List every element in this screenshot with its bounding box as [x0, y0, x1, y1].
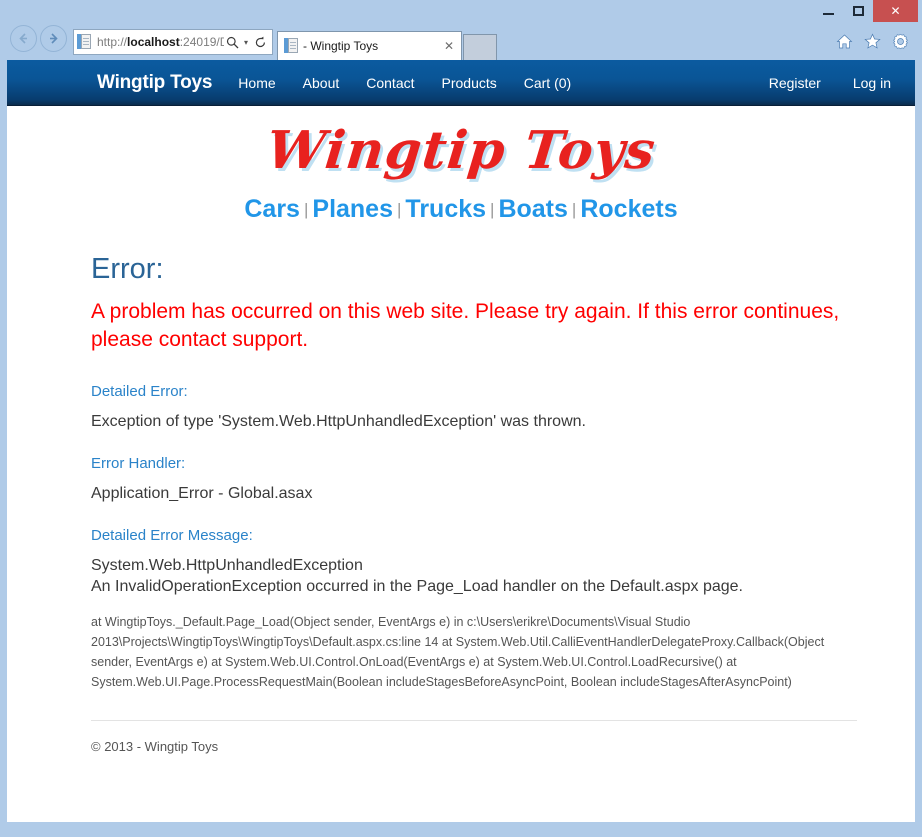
search-icon[interactable] — [224, 31, 240, 53]
address-bar-actions: ▾ — [224, 31, 270, 53]
back-button[interactable] — [10, 25, 37, 52]
refresh-icon[interactable] — [252, 31, 268, 53]
site-brand[interactable]: Wingtip Toys — [97, 72, 212, 94]
url-suffix: :24019/De — [179, 35, 224, 49]
footer-copyright: © 2013 - Wingtip Toys — [91, 738, 219, 754]
wingtip-toys-logo[interactable]: Wingtip Toys — [264, 120, 659, 181]
forward-arrow-icon — [46, 31, 61, 46]
detailed-error-message-value: System.Web.HttpUnhandledException An Inv… — [91, 556, 743, 596]
category-separator: | — [303, 200, 309, 219]
tab-close-icon[interactable]: ✕ — [441, 40, 457, 52]
browser-toolbar: http://localhost:24019/De ▾ — [0, 22, 922, 60]
detailed-error-value: Exception of type 'System.Web.HttpUnhand… — [91, 413, 586, 431]
nav-link-products[interactable]: Products — [442, 75, 497, 91]
footer-divider — [91, 719, 857, 721]
tab-favicon — [284, 37, 298, 55]
category-link-cars[interactable]: Cars — [244, 195, 300, 223]
category-links: Cars | Planes | Trucks | Boats | Rockets — [7, 183, 915, 230]
url-text[interactable]: http://localhost:24019/De — [97, 31, 224, 53]
navigation-buttons — [10, 25, 67, 60]
category-link-rockets[interactable]: Rockets — [580, 195, 677, 223]
error-message: A problem has occurred on this web site.… — [91, 299, 840, 351]
category-separator: | — [397, 200, 402, 219]
nav-link-contact[interactable]: Contact — [366, 75, 414, 91]
detailed-error-message-label: Detailed Error Message: — [91, 526, 253, 544]
maximize-icon — [852, 6, 864, 16]
tab-title: - Wingtip Toys — [303, 39, 379, 53]
new-tab-button[interactable] — [463, 34, 497, 60]
detailed-error-label: Detailed Error: — [91, 383, 188, 401]
site-navbar-right: Register Log in — [769, 75, 891, 91]
forward-button[interactable] — [40, 25, 67, 52]
close-button[interactable]: ✕ — [873, 0, 918, 22]
window-titlebar: ✕ — [0, 0, 922, 22]
browser-toolbar-right — [834, 31, 916, 60]
category-link-planes[interactable]: Planes — [312, 195, 393, 223]
stack-trace: at WingtipToys._Default.Page_Load(Object… — [91, 614, 825, 689]
page-document-icon — [77, 34, 93, 50]
nav-link-home[interactable]: Home — [238, 75, 275, 91]
window-caption-buttons: ✕ — [813, 0, 918, 22]
category-link-trucks[interactable]: Trucks — [405, 195, 486, 223]
page-content: Wingtip Toys Cars | Planes | Trucks | Boats | Ro… — [7, 106, 915, 754]
error-handler-label: Error Handler: — [91, 454, 186, 472]
error-page-main: Error: A problem has occurred on this we… — [7, 230, 915, 754]
chevron-down-icon[interactable]: ▾ — [241, 31, 251, 53]
url-prefix: http:// — [97, 35, 128, 49]
category-separator: | — [571, 200, 577, 219]
gear-icon[interactable] — [890, 31, 910, 51]
tab-strip: - Wingtip Toys ✕ — [277, 22, 497, 60]
nav-link-cart[interactable]: Cart (0) — [524, 75, 571, 91]
error-heading: Error: — [91, 253, 164, 285]
nav-link-login[interactable]: Log in — [853, 75, 891, 91]
maximize-button[interactable] — [843, 0, 873, 22]
minimize-icon — [822, 13, 834, 15]
site-navbar: Wingtip Toys Home About Contact Products… — [7, 60, 915, 106]
page-viewport: Wingtip Toys Home About Contact Products… — [7, 60, 915, 822]
category-link-boats[interactable]: Boats — [498, 195, 567, 223]
nav-link-about[interactable]: About — [303, 75, 340, 91]
close-icon: ✕ — [890, 4, 901, 18]
home-icon[interactable] — [834, 31, 854, 51]
error-handler-value: Application_Error - Global.asax — [91, 484, 313, 502]
logo-row: Wingtip Toys — [7, 106, 915, 183]
minimize-button[interactable] — [813, 0, 843, 22]
url-host: localhost — [127, 35, 180, 49]
browser-window: ✕ http://localhost:24019/ ▾ - Wingtip To… — [0, 0, 922, 837]
category-separator: | — [490, 200, 495, 219]
nav-link-register[interactable]: Register — [769, 75, 821, 91]
star-icon[interactable] — [862, 31, 882, 51]
address-bar[interactable]: http://localhost:24019/De ▾ — [73, 29, 273, 55]
browser-tab-active[interactable]: - Wingtip Toys ✕ — [277, 31, 462, 60]
back-arrow-icon — [16, 31, 31, 46]
